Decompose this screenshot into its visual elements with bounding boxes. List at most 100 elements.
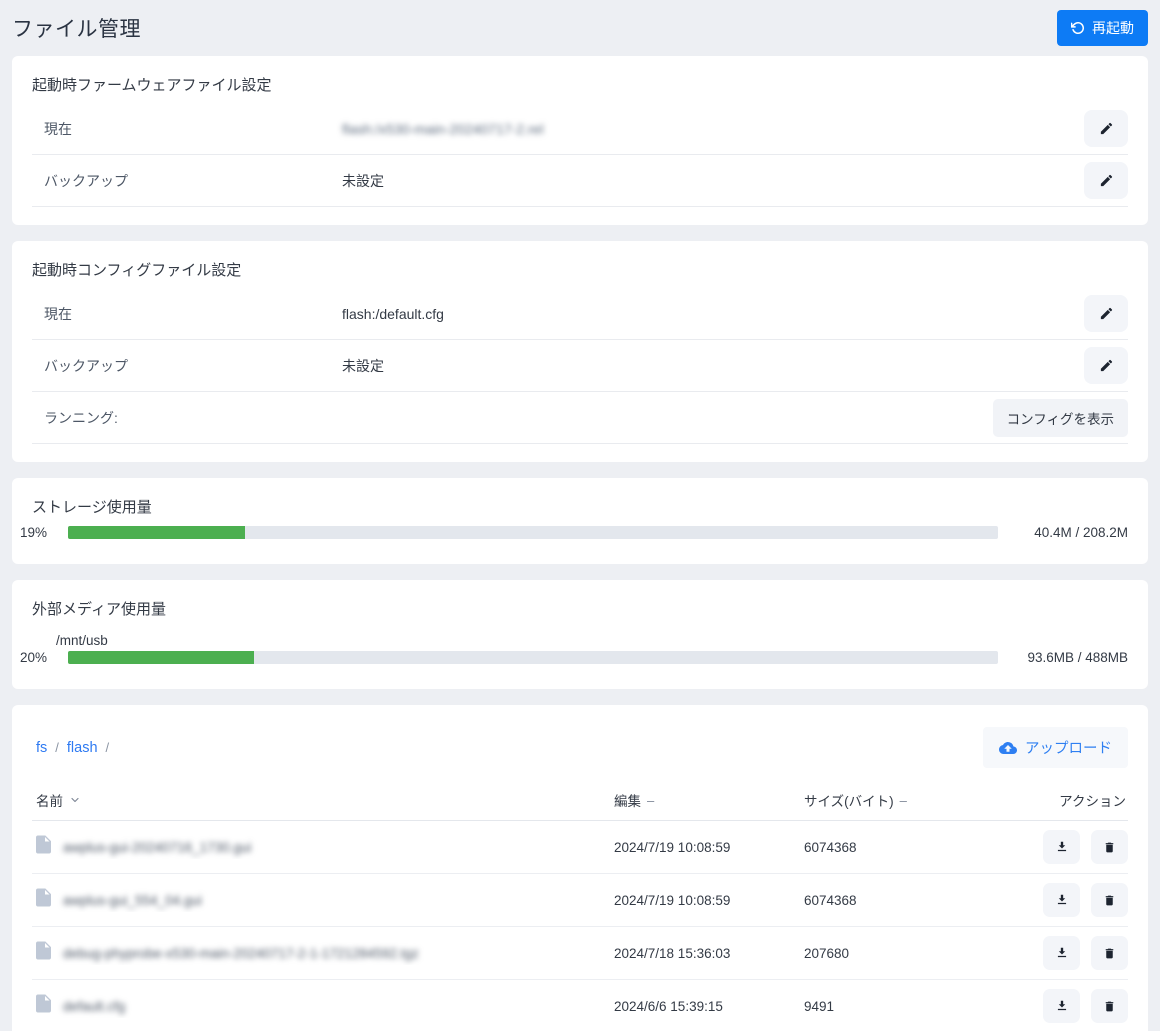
storage-percent: 19% bbox=[20, 525, 68, 540]
delete-button[interactable] bbox=[1091, 936, 1128, 970]
download-button[interactable] bbox=[1043, 883, 1080, 917]
file-edited: 2024/7/19 10:08:59 bbox=[614, 893, 804, 908]
running-config-row: ランニング: コンフィグを表示 bbox=[32, 392, 1128, 444]
file-table-row: debug-phyprobe-x530-main-20240717-2-1-17… bbox=[32, 927, 1128, 980]
running-label: ランニング: bbox=[44, 408, 993, 428]
column-header-actions: アクション bbox=[1038, 790, 1128, 810]
firmware-card-title: 起動時ファームウェアファイル設定 bbox=[32, 74, 1128, 95]
file-name-cell: debug-phyprobe-x530-main-20240717-2-1-17… bbox=[36, 941, 614, 965]
pencil-icon bbox=[1099, 306, 1114, 321]
storage-progress-row: 19% 40.4M / 208.2M bbox=[20, 525, 1128, 540]
breadcrumb-link-flash[interactable]: flash bbox=[67, 740, 98, 756]
upload-button[interactable]: アップロード bbox=[983, 727, 1128, 768]
edit-button[interactable] bbox=[1084, 347, 1128, 384]
file-table-body: awplus-gui-20240716_1730.gui 2024/7/19 1… bbox=[32, 821, 1128, 1031]
file-table-row: awplus-gui_554_04.gui 2024/7/19 10:08:59… bbox=[32, 874, 1128, 927]
setting-value: flash:/x530-main-20240717-2.rel bbox=[342, 121, 1084, 137]
file-icon bbox=[36, 941, 51, 965]
restart-button-label: 再起動 bbox=[1092, 18, 1134, 38]
setting-value: flash:/default.cfg bbox=[342, 306, 1084, 322]
restart-button[interactable]: 再起動 bbox=[1057, 10, 1148, 46]
file-name: default.cfg bbox=[63, 999, 125, 1014]
setting-label: バックアップ bbox=[44, 171, 342, 191]
file-table-header: 名前編集–サイズ(バイト)–アクション bbox=[32, 790, 1128, 821]
download-button[interactable] bbox=[1043, 936, 1080, 970]
file-table-row: awplus-gui-20240716_1730.gui 2024/7/19 1… bbox=[32, 821, 1128, 874]
setting-row: 現在 flash:/default.cfg bbox=[32, 288, 1128, 340]
breadcrumb-separator: / bbox=[106, 740, 110, 755]
breadcrumb-separator: / bbox=[55, 740, 59, 755]
media-percent: 20% bbox=[20, 650, 68, 665]
trash-icon bbox=[1103, 946, 1116, 961]
config-rows: 現在 flash:/default.cfg バックアップ 未設定 bbox=[32, 288, 1128, 392]
file-edited: 2024/7/19 10:08:59 bbox=[614, 840, 804, 855]
delete-button[interactable] bbox=[1091, 989, 1128, 1023]
show-config-button[interactable]: コンフィグを表示 bbox=[993, 399, 1128, 437]
edit-button[interactable] bbox=[1084, 110, 1128, 147]
download-button[interactable] bbox=[1043, 989, 1080, 1023]
storage-usage-card: ストレージ使用量 19% 40.4M / 208.2M bbox=[12, 478, 1148, 564]
external-media-card: 外部メディア使用量 /mnt/usb 20% 93.6MB / 488MB bbox=[12, 580, 1148, 689]
setting-value: 未設定 bbox=[342, 356, 1084, 376]
column-label: 編集 bbox=[614, 790, 641, 810]
file-row-actions bbox=[1038, 830, 1128, 864]
setting-value: 未設定 bbox=[342, 171, 1084, 191]
pencil-icon bbox=[1099, 358, 1114, 373]
file-row-actions bbox=[1038, 883, 1128, 917]
column-header-name[interactable]: 名前 bbox=[36, 790, 614, 810]
storage-progress-bar bbox=[68, 526, 998, 539]
file-icon bbox=[36, 888, 51, 912]
file-name: awplus-gui_554_04.gui bbox=[63, 893, 202, 908]
download-icon bbox=[1055, 893, 1069, 907]
column-label: サイズ(バイト) bbox=[804, 790, 894, 810]
file-edited: 2024/7/18 15:36:03 bbox=[614, 946, 804, 961]
firmware-settings-card: 起動時ファームウェアファイル設定 現在 flash:/x530-main-202… bbox=[12, 56, 1148, 225]
column-header-edited[interactable]: 編集– bbox=[614, 790, 804, 810]
file-name-cell: awplus-gui_554_04.gui bbox=[36, 888, 614, 912]
chevron-down-icon bbox=[69, 794, 81, 806]
column-label: 名前 bbox=[36, 790, 63, 810]
edit-button[interactable] bbox=[1084, 162, 1128, 199]
firmware-rows: 現在 flash:/x530-main-20240717-2.rel バックアッ… bbox=[32, 103, 1128, 207]
breadcrumb-link-fs[interactable]: fs bbox=[36, 740, 47, 756]
storage-card-title: ストレージ使用量 bbox=[32, 496, 1128, 517]
media-progress-row: 20% 93.6MB / 488MB bbox=[20, 650, 1128, 665]
trash-icon bbox=[1103, 840, 1116, 855]
setting-row: バックアップ 未設定 bbox=[32, 155, 1128, 207]
file-table-row: default.cfg 2024/6/6 15:39:15 9491 bbox=[32, 980, 1128, 1031]
config-card-title: 起動時コンフィグファイル設定 bbox=[32, 259, 1128, 280]
media-progress-fill bbox=[68, 651, 254, 664]
pencil-icon bbox=[1099, 121, 1114, 136]
file-size: 207680 bbox=[804, 946, 1038, 961]
setting-label: バックアップ bbox=[44, 356, 342, 376]
setting-row: バックアップ 未設定 bbox=[32, 340, 1128, 392]
delete-button[interactable] bbox=[1091, 883, 1128, 917]
download-icon bbox=[1055, 840, 1069, 854]
file-edited: 2024/6/6 15:39:15 bbox=[614, 999, 804, 1014]
external-media-card-title: 外部メディア使用量 bbox=[32, 598, 1128, 619]
setting-row: 現在 flash:/x530-main-20240717-2.rel bbox=[32, 103, 1128, 155]
edit-button[interactable] bbox=[1084, 295, 1128, 332]
restart-refresh-icon bbox=[1071, 21, 1085, 35]
file-size: 6074368 bbox=[804, 893, 1038, 908]
download-icon bbox=[1055, 946, 1069, 960]
file-browser-card: fs/flash/ アップロード 名前編集–サイズ(バイト)–アクション awp… bbox=[12, 705, 1148, 1031]
file-name: awplus-gui-20240716_1730.gui bbox=[63, 840, 251, 855]
trash-icon bbox=[1103, 999, 1116, 1014]
column-header-size[interactable]: サイズ(バイト)– bbox=[804, 790, 1038, 810]
delete-button[interactable] bbox=[1091, 830, 1128, 864]
download-button[interactable] bbox=[1043, 830, 1080, 864]
page: ファイル管理 再起動 起動時ファームウェアファイル設定 現在 flash:/x5… bbox=[0, 0, 1160, 1031]
setting-label: 現在 bbox=[44, 304, 342, 324]
file-name: debug-phyprobe-x530-main-20240717-2-1-17… bbox=[63, 946, 419, 961]
setting-label: 現在 bbox=[44, 119, 342, 139]
file-row-actions bbox=[1038, 989, 1128, 1023]
file-row-actions bbox=[1038, 936, 1128, 970]
file-name-cell: default.cfg bbox=[36, 994, 614, 1018]
storage-usage-text: 40.4M / 208.2M bbox=[1010, 525, 1128, 540]
page-header: ファイル管理 再起動 bbox=[12, 0, 1148, 56]
sort-dash-icon: – bbox=[647, 793, 654, 808]
download-icon bbox=[1055, 999, 1069, 1013]
pencil-icon bbox=[1099, 173, 1114, 188]
file-icon bbox=[36, 994, 51, 1018]
